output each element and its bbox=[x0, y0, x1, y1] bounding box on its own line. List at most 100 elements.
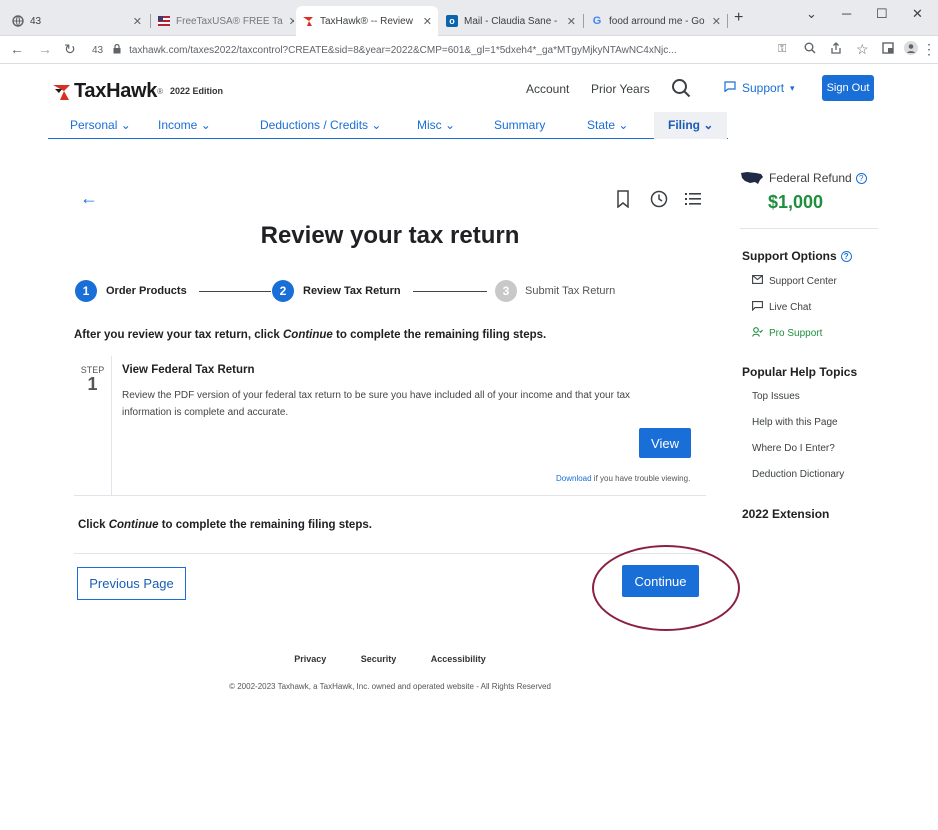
bookmark-star-icon[interactable]: ☆ bbox=[856, 41, 869, 57]
back-icon[interactable]: ← bbox=[10, 41, 24, 57]
reload-icon[interactable]: ↻ bbox=[64, 41, 76, 57]
profile-avatar-icon[interactable] bbox=[904, 41, 918, 58]
help-icon[interactable]: ? bbox=[840, 250, 852, 262]
step-1-indicator: 1 bbox=[75, 280, 97, 302]
site-header: TaxHawk ® 2022 Edition Account Prior Yea… bbox=[0, 64, 938, 112]
zoom-icon[interactable] bbox=[804, 41, 816, 57]
step-1-label: Order Products bbox=[106, 285, 187, 297]
page-title: Review your tax return bbox=[260, 222, 520, 249]
key-icon[interactable]: ⚿ bbox=[778, 41, 786, 57]
sidebar-item-support-center[interactable]: Support Center bbox=[752, 275, 837, 287]
person-icon bbox=[752, 327, 764, 340]
chat-icon bbox=[752, 301, 763, 314]
nav-state[interactable]: State ⌄ bbox=[587, 118, 628, 132]
close-window-icon[interactable]: ✕ bbox=[912, 6, 923, 22]
download-note: Download if you have trouble viewing. bbox=[556, 474, 691, 483]
chat-bubble-icon bbox=[724, 81, 736, 95]
forward-icon[interactable]: → bbox=[38, 41, 52, 57]
sidebar-divider bbox=[740, 228, 878, 229]
previous-page-button[interactable]: Previous Page bbox=[77, 567, 186, 600]
main-nav: Personal ⌄ Income ⌄ Deductions / Credits… bbox=[48, 112, 728, 139]
maximize-icon[interactable]: ☐ bbox=[876, 6, 888, 22]
step-description: Review the PDF version of your federal t… bbox=[122, 390, 631, 418]
share-icon[interactable] bbox=[830, 41, 842, 57]
browser-tab[interactable]: o Mail - Claudia Sane - ✕ bbox=[440, 8, 582, 34]
tab-divider bbox=[583, 14, 584, 28]
account-link[interactable]: Account bbox=[526, 82, 569, 96]
help-topic-top-issues[interactable]: Top Issues bbox=[752, 391, 800, 402]
step-3-indicator: 3 bbox=[495, 280, 517, 302]
close-icon[interactable]: ✕ bbox=[417, 15, 432, 28]
lock-icon bbox=[113, 43, 121, 57]
taxhawk-icon bbox=[302, 15, 314, 27]
nav-summary[interactable]: Summary bbox=[494, 118, 545, 132]
nav-deductions-credits[interactable]: Deductions / Credits ⌄ bbox=[260, 118, 381, 132]
federal-refund-label: Federal Refund ? bbox=[769, 171, 867, 185]
address-bar[interactable]: 43 taxhawk.com/taxes2022/taxcontrol?CREA… bbox=[92, 40, 768, 60]
step-number: STEP 1 bbox=[74, 356, 112, 496]
close-icon[interactable]: ✕ bbox=[283, 15, 294, 28]
history-clock-icon[interactable] bbox=[650, 190, 668, 208]
prior-years-link[interactable]: Prior Years bbox=[591, 82, 650, 96]
help-topic-where-do-i-enter[interactable]: Where Do I Enter? bbox=[752, 443, 835, 454]
browser-tab[interactable]: G food arround me - Go ✕ bbox=[585, 8, 727, 34]
privacy-link[interactable]: Privacy bbox=[294, 654, 326, 664]
outro-text: Click Continue to complete the remaining… bbox=[78, 519, 372, 531]
browser-tab-bar: 43 ✕ FreeTaxUSA® FREE Ta ✕ TaxHawk® -- R… bbox=[0, 0, 938, 36]
step-box: STEP 1 View Federal Tax Return Review th… bbox=[74, 356, 706, 496]
step-connector bbox=[413, 291, 487, 292]
step-title: View Federal Tax Return bbox=[122, 364, 255, 376]
nav-filing[interactable]: Filing ⌄ bbox=[654, 112, 728, 139]
taxhawk-logo[interactable]: TaxHawk ® bbox=[52, 80, 163, 103]
highlight-circle-annotation bbox=[592, 545, 740, 631]
url-text: taxhawk.com/taxes2022/taxcontrol?CREATE&… bbox=[129, 44, 677, 56]
federal-refund-amount: $1,000 bbox=[768, 192, 824, 212]
bookmark-icon[interactable] bbox=[615, 190, 633, 209]
chevron-down-icon: ▾ bbox=[790, 82, 795, 93]
new-tab-button[interactable]: + bbox=[734, 9, 743, 27]
divider bbox=[74, 553, 706, 554]
support-menu[interactable]: Support ▾ bbox=[724, 81, 795, 95]
tab-divider bbox=[150, 14, 151, 28]
usa-map-icon bbox=[740, 171, 764, 190]
copyright: © 2002-2023 Taxhawk, a TaxHawk, Inc. own… bbox=[229, 682, 551, 691]
sidebar-item-live-chat[interactable]: Live Chat bbox=[752, 301, 811, 314]
help-topic-this-page[interactable]: Help with this Page bbox=[752, 417, 838, 428]
view-button[interactable]: View bbox=[639, 428, 691, 458]
browser-toolbar: ← → ↻ 43 taxhawk.com/taxes2022/taxcontro… bbox=[0, 36, 938, 64]
nav-income[interactable]: Income ⌄ bbox=[158, 118, 211, 132]
browser-tab[interactable]: 43 ✕ bbox=[6, 8, 148, 34]
minimize-icon[interactable]: ─ bbox=[842, 6, 851, 21]
back-arrow-icon[interactable]: ← bbox=[80, 188, 98, 209]
list-icon[interactable] bbox=[684, 190, 702, 208]
browser-tab-active[interactable]: TaxHawk® -- Review ✕ bbox=[296, 6, 438, 36]
step-connector bbox=[199, 291, 271, 292]
download-link[interactable]: Download bbox=[556, 474, 592, 483]
search-icon[interactable] bbox=[671, 78, 691, 98]
close-icon[interactable]: ✕ bbox=[127, 15, 142, 28]
popular-help-topics-heading: Popular Help Topics bbox=[742, 365, 858, 379]
help-topic-deduction-dictionary[interactable]: Deduction Dictionary bbox=[752, 469, 844, 480]
nav-personal[interactable]: Personal ⌄ bbox=[70, 118, 131, 132]
chevron-down-icon[interactable]: ⌄ bbox=[806, 6, 817, 22]
menu-kebab-icon[interactable]: ⋮ bbox=[922, 41, 936, 57]
google-icon: G bbox=[592, 15, 602, 27]
step-2-indicator: 2 bbox=[272, 280, 294, 302]
extensions-icon[interactable] bbox=[882, 41, 894, 57]
sidebar-item-pro-support[interactable]: Pro Support bbox=[752, 327, 822, 340]
security-link[interactable]: Security bbox=[361, 654, 397, 664]
accessibility-link[interactable]: Accessibility bbox=[431, 654, 486, 664]
browser-tab[interactable]: FreeTaxUSA® FREE Ta ✕ bbox=[152, 8, 294, 34]
close-icon[interactable]: ✕ bbox=[706, 15, 721, 28]
help-icon[interactable]: ? bbox=[855, 172, 867, 184]
extension-heading[interactable]: 2022 Extension bbox=[742, 507, 829, 521]
sign-out-button[interactable]: Sign Out bbox=[822, 75, 874, 101]
close-icon[interactable]: ✕ bbox=[561, 15, 576, 28]
support-options-heading: Support Options ? bbox=[742, 249, 852, 263]
footer-links: Privacy Security Accessibility bbox=[0, 654, 780, 664]
edition-label: 2022 Edition bbox=[170, 86, 224, 96]
step-3-label: Submit Tax Return bbox=[525, 285, 616, 297]
nav-misc[interactable]: Misc ⌄ bbox=[417, 118, 455, 132]
envelope-icon bbox=[752, 275, 763, 287]
tab-divider bbox=[727, 14, 728, 28]
